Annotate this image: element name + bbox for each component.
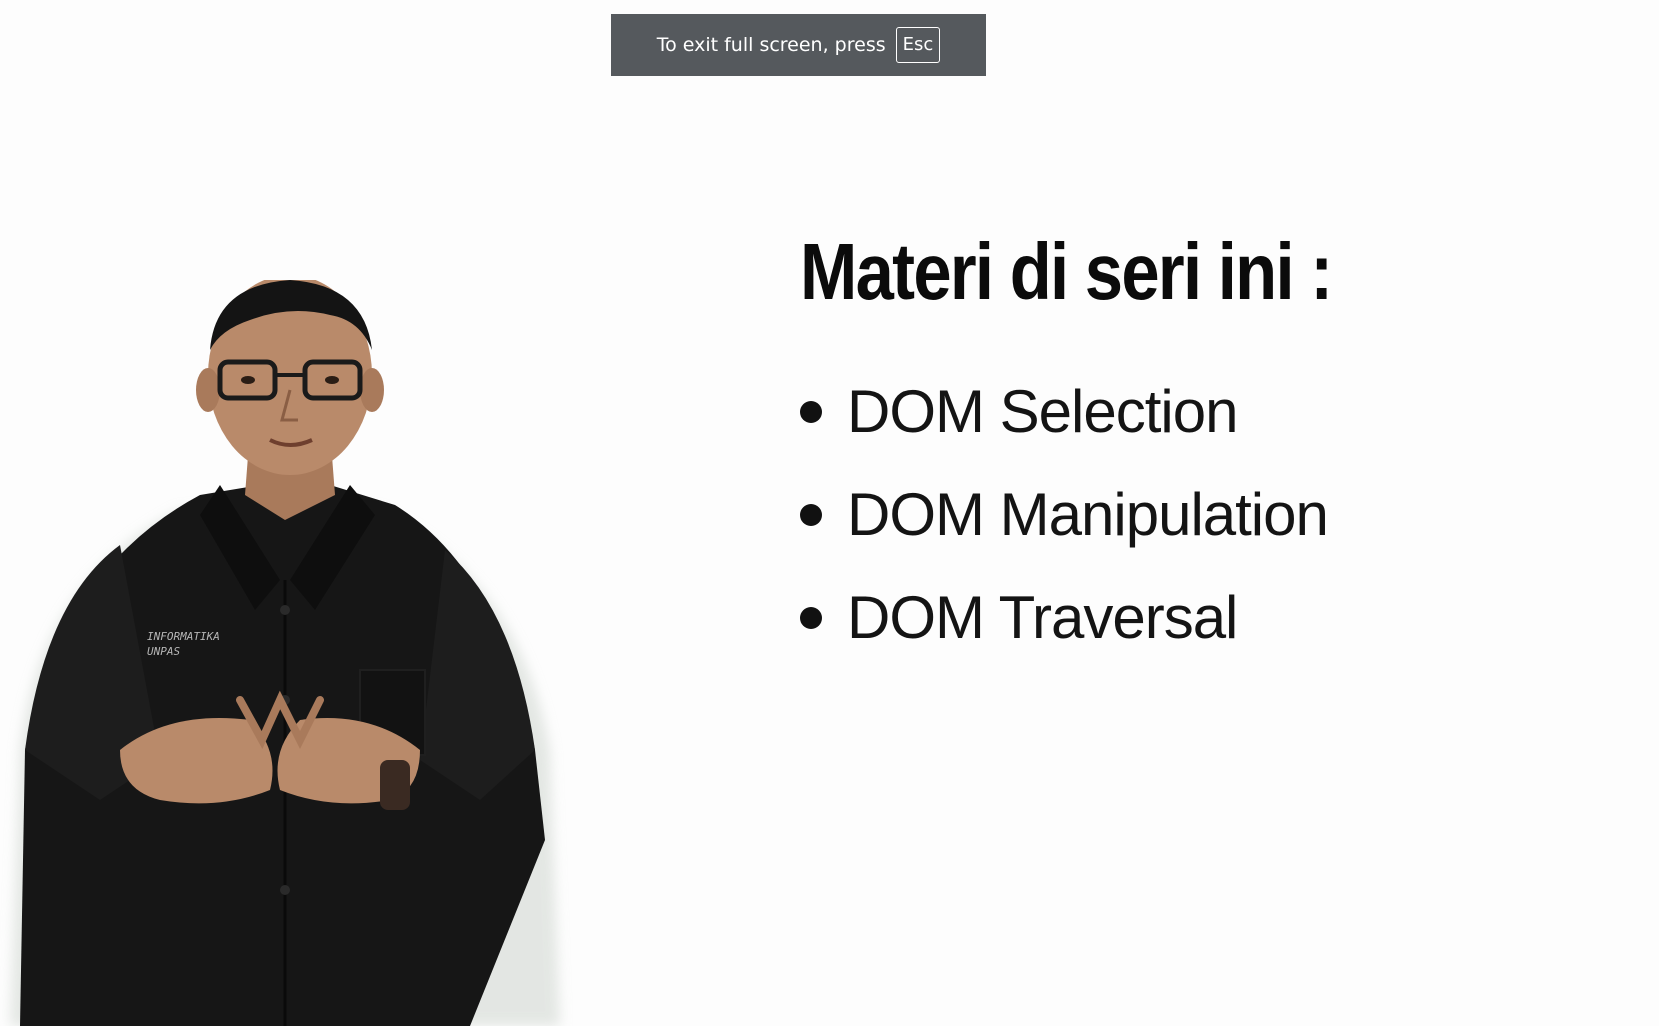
bullet-icon <box>800 503 822 526</box>
shirt-logo-line1: INFORMATIKA <box>147 630 220 643</box>
topic-item: DOM Selection <box>800 360 1328 463</box>
topic-item: DOM Manipulation <box>800 463 1329 566</box>
bullet-icon <box>800 400 822 423</box>
topic-label: DOM Selection <box>847 378 1238 445</box>
topic-label: DOM Traversal <box>847 584 1238 651</box>
fullscreen-notice-text: To exit full screen, press <box>656 34 886 56</box>
topic-label: DOM Manipulation <box>847 481 1329 548</box>
slide-title: Materi di seri ini : <box>800 227 1333 316</box>
topic-item: DOM Traversal <box>800 566 1328 669</box>
bullet-icon <box>800 606 822 629</box>
topic-list: DOM Selection DOM Manipulation DOM Trave… <box>800 360 1329 669</box>
presenter-image: INFORMATIKA UNPAS <box>10 280 560 1026</box>
esc-key-badge: Esc <box>895 27 941 63</box>
shirt-logo-line2: UNPAS <box>147 645 180 658</box>
video-frame[interactable]: To exit full screen, press Esc Materi di… <box>0 0 1659 1026</box>
fullscreen-exit-notice: To exit full screen, press Esc <box>611 14 986 76</box>
